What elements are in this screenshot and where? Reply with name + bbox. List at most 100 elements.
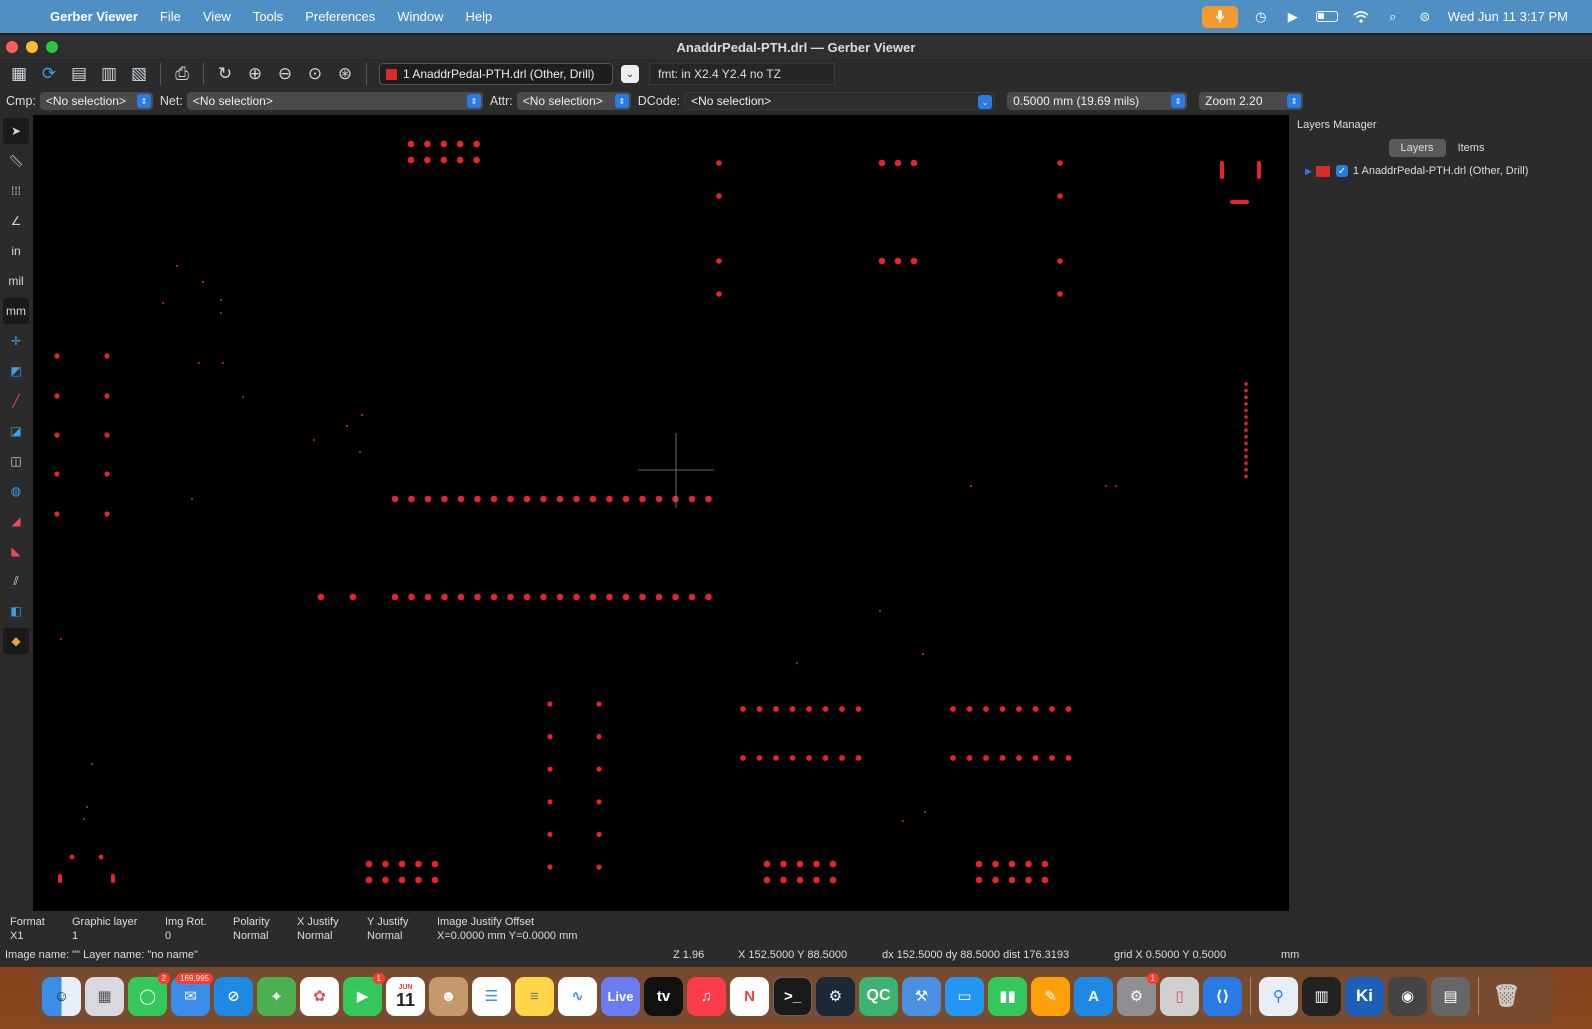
piano-app-icon[interactable]: ▥ xyxy=(1302,976,1341,1016)
reload-icon[interactable]: ⟳ xyxy=(36,61,62,87)
reminders-icon[interactable]: ☰ xyxy=(472,976,511,1016)
news-icon[interactable]: N xyxy=(730,976,769,1016)
wifi-icon[interactable] xyxy=(1352,10,1370,24)
measure-tool-icon[interactable]: 📏︎ xyxy=(3,148,29,174)
play-icon[interactable]: ▶ xyxy=(1284,9,1302,24)
net-select[interactable]: <No selection> ⇕ xyxy=(186,92,483,110)
kicad-icon[interactable]: Ki xyxy=(1345,976,1384,1016)
flashed-items-sketch-icon[interactable]: ◩ xyxy=(3,358,29,384)
tab-layers[interactable]: Layers xyxy=(1388,139,1446,157)
active-layer-select[interactable]: 1 AnaddrPedal-PTH.drl (Other, Drill) xyxy=(379,63,613,85)
system-settings-icon[interactable]: ⚙ 1 xyxy=(1117,972,1159,1016)
drawing-canvas[interactable] xyxy=(33,115,1289,911)
polygons-sketch-icon[interactable]: ◪ xyxy=(3,418,29,444)
menu-help[interactable]: Help xyxy=(466,9,493,24)
expand-triangle-icon[interactable]: ▶ xyxy=(1305,166,1312,177)
trash-icon[interactable]: 🗑︎ xyxy=(1487,977,1526,1016)
open-zip-icon[interactable]: ▧ xyxy=(126,61,152,87)
music-icon[interactable]: ♫ xyxy=(687,976,726,1016)
zoom-select[interactable]: Zoom 2.20 ⇕ xyxy=(1199,92,1304,110)
safari-icon[interactable]: ⊘ xyxy=(214,976,253,1016)
minimize-window-button[interactable] xyxy=(26,41,38,53)
app-store-icon[interactable]: A xyxy=(1074,976,1113,1016)
app-menu[interactable]: Gerber Viewer xyxy=(50,9,138,24)
lines-sketch-icon[interactable]: ╱ xyxy=(3,388,29,414)
open-gerber-icon[interactable]: ▤ xyxy=(66,61,92,87)
time-machine-icon[interactable]: ◷ xyxy=(1252,9,1270,24)
diff-mode-icon[interactable]: ◢ xyxy=(3,508,29,534)
layers-panel-toggle-icon[interactable]: ◧ xyxy=(3,598,29,624)
steam-icon[interactable]: ⚙ xyxy=(816,976,855,1016)
attr-select-value: <No selection> xyxy=(522,94,603,108)
vscode-icon[interactable]: ⟨⟩ xyxy=(1203,976,1242,1016)
terminal-icon[interactable]: >_ xyxy=(773,976,812,1016)
ableton-live-icon[interactable]: Live xyxy=(601,976,640,1016)
grid-dots-icon[interactable]: ⁞⁞⁞ xyxy=(3,178,29,204)
chevron-down-icon[interactable]: ⌄ xyxy=(621,65,639,83)
clock[interactable]: Wed Jun 11 3:17 PM xyxy=(1448,9,1568,24)
drill-hole xyxy=(622,495,630,503)
polar-coords-icon[interactable]: ∠ xyxy=(3,208,29,234)
apple-tv-icon[interactable]: tv xyxy=(644,976,683,1016)
inch-units-icon[interactable]: in xyxy=(3,238,29,264)
menu-preferences[interactable]: Preferences xyxy=(305,9,375,24)
folder-stack-icon[interactable]: ▤ xyxy=(1431,976,1470,1016)
maps-icon[interactable]: ⌖ xyxy=(257,976,296,1016)
grid-select[interactable]: 0.5000 mm (19.69 mils) ⇕ xyxy=(1007,92,1188,110)
iphone-mirroring-icon[interactable]: ▯ xyxy=(1160,976,1199,1016)
microphone-icon[interactable] xyxy=(1201,5,1238,28)
drill-hole-view[interactable] xyxy=(33,115,1289,911)
numbers-icon[interactable]: ▮▮ xyxy=(988,976,1027,1016)
disk-utility-icon[interactable]: ◉ xyxy=(1388,976,1427,1016)
layer-color-swatch[interactable] xyxy=(1315,165,1330,177)
cmp-select[interactable]: <No selection> ⇕ xyxy=(39,92,153,110)
print-icon[interactable]: ⎙ xyxy=(169,61,195,87)
notes-icon[interactable]: ≡ xyxy=(515,976,554,1016)
launchpad-icon[interactable]: ▦ xyxy=(85,976,124,1016)
zoom-in-icon[interactable]: ⊕ xyxy=(242,61,268,87)
dcode-select[interactable]: <No selection> ⌄ xyxy=(684,92,996,110)
clear-layers-icon[interactable]: ▦ xyxy=(6,61,32,87)
calendar-icon[interactable]: JUN 11 xyxy=(386,976,425,1016)
battery-icon[interactable] xyxy=(1315,11,1338,22)
messages-icon[interactable]: ◯ 2 xyxy=(128,972,170,1016)
contacts-icon[interactable]: ☻ xyxy=(429,976,468,1016)
mail-icon[interactable]: ✉ 169,995 xyxy=(171,972,213,1016)
tab-items[interactable]: Items xyxy=(1446,139,1497,157)
finder-icon[interactable]: ☺ xyxy=(42,976,81,1016)
facetime-icon[interactable]: ▶ 1 xyxy=(343,972,385,1016)
flip-view-icon[interactable]: ⫽ xyxy=(3,568,29,594)
control-center-icon[interactable]: ⊜ xyxy=(1416,9,1434,24)
photos-icon[interactable]: ✿ xyxy=(300,976,339,1016)
xcode-icon[interactable]: ⚒ xyxy=(902,976,941,1016)
select-tool-icon[interactable]: ➤ xyxy=(3,118,29,144)
network-app-icon[interactable]: ⚲ xyxy=(1259,976,1298,1016)
transparency-mode-icon[interactable]: ◣ xyxy=(3,538,29,564)
close-window-button[interactable] xyxy=(6,41,18,53)
zoom-out-icon[interactable]: ⊖ xyxy=(272,61,298,87)
layer-row[interactable]: ▶ ✓ 1 AnaddrPedal-PTH.drl (Other, Drill) xyxy=(1305,165,1592,177)
negative-objects-icon[interactable]: ◫ xyxy=(3,448,29,474)
mm-units-icon[interactable]: mm xyxy=(3,298,29,324)
open-drill-icon[interactable]: ▥ xyxy=(96,61,122,87)
menu-tools[interactable]: Tools xyxy=(253,9,283,24)
qc-app-icon[interactable]: QC xyxy=(859,976,898,1016)
zoom-fit-icon[interactable]: ⊙ xyxy=(302,61,328,87)
menu-window[interactable]: Window xyxy=(397,9,443,24)
full-crosshair-icon[interactable]: ✛ xyxy=(3,328,29,354)
menu-view[interactable]: View xyxy=(203,9,231,24)
spotlight-search-icon[interactable]: ⌕ xyxy=(1384,9,1402,24)
pages-icon[interactable]: ✎ xyxy=(1031,976,1070,1016)
layer-visible-checkbox[interactable]: ✓ xyxy=(1335,165,1348,177)
menu-file[interactable]: File xyxy=(160,9,181,24)
keynote-icon[interactable]: ▭ xyxy=(945,976,984,1016)
layers-manager-icon[interactable]: ◆ xyxy=(3,628,29,654)
menu-bar: Gerber Viewer File View Tools Preference… xyxy=(0,0,1592,33)
zoom-selection-icon[interactable]: ⊛ xyxy=(332,61,358,87)
dcodes-display-icon[interactable]: ◍ xyxy=(3,478,29,504)
mil-units-icon[interactable]: mil xyxy=(3,268,29,294)
redraw-icon[interactable]: ↻ xyxy=(212,61,238,87)
freeform-icon[interactable]: ∿ xyxy=(558,976,597,1016)
maximize-window-button[interactable] xyxy=(46,41,58,53)
attr-select[interactable]: <No selection> ⇕ xyxy=(516,92,631,110)
